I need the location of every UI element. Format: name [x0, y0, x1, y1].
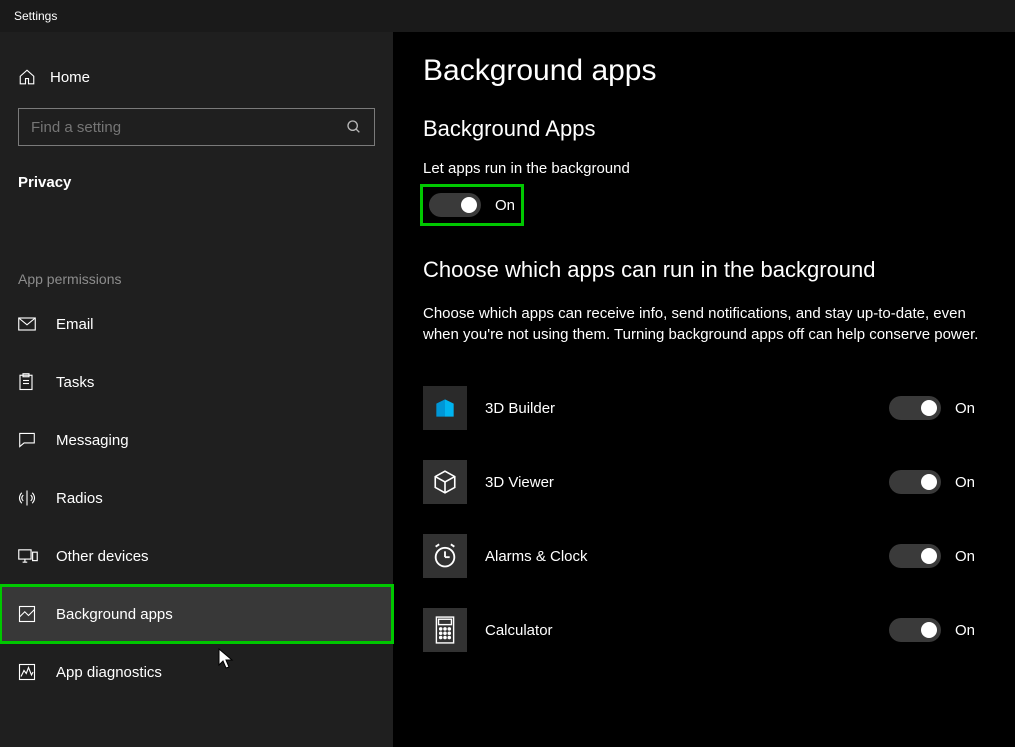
search-icon [346, 119, 362, 135]
app-row: 3D Builder On [423, 371, 985, 445]
app-toggle-state: On [955, 548, 985, 565]
sidebar-item-email[interactable]: Email [0, 295, 393, 353]
app-toggle-state: On [955, 622, 985, 639]
section-header-app-permissions: App permissions [0, 271, 393, 295]
window-titlebar: Settings [0, 0, 1015, 32]
home-label: Home [50, 69, 90, 86]
home-button[interactable]: Home [0, 60, 393, 94]
sidebar-item-messaging[interactable]: Messaging [0, 411, 393, 469]
main-content: Background apps Background Apps Let apps… [393, 32, 1015, 747]
app-toggle-3d-viewer[interactable] [889, 470, 941, 494]
search-field[interactable] [31, 119, 346, 136]
sidebar-item-label: Radios [56, 490, 103, 507]
sidebar: Home Privacy App permissions Email [0, 32, 393, 747]
app-row: Alarms & Clock On [423, 519, 985, 593]
window-title: Settings [14, 9, 57, 23]
section-heading-choose-apps: Choose which apps can run in the backgro… [423, 257, 985, 283]
app-toggle-state: On [955, 400, 985, 417]
sidebar-item-label: Messaging [56, 432, 129, 449]
app-name: Calculator [485, 622, 889, 639]
page-title: Background apps [423, 54, 985, 88]
diagnostics-icon [18, 663, 56, 681]
app-name: 3D Builder [485, 400, 889, 417]
app-toggle-calculator[interactable] [889, 618, 941, 642]
section-heading-background-apps: Background Apps [423, 116, 985, 142]
sidebar-item-background-apps[interactable]: Background apps [0, 585, 393, 643]
app-icon-3d-builder [423, 386, 467, 430]
master-toggle-state: On [495, 197, 515, 214]
master-toggle[interactable] [429, 193, 481, 217]
sidebar-item-radios[interactable]: Radios [0, 469, 393, 527]
devices-icon [18, 548, 56, 564]
section-description: Choose which apps can receive info, send… [423, 303, 983, 345]
app-row: Calculator On [423, 593, 985, 667]
app-toggle-state: On [955, 474, 985, 491]
sidebar-item-label: Other devices [56, 548, 149, 565]
sidebar-item-label: Tasks [56, 374, 94, 391]
radios-icon [18, 489, 56, 507]
background-apps-icon [18, 605, 56, 623]
email-icon [18, 317, 56, 331]
app-icon-alarms-clock [423, 534, 467, 578]
master-toggle-label: Let apps run in the background [423, 160, 985, 177]
messaging-icon [18, 432, 56, 448]
app-icon-calculator [423, 608, 467, 652]
app-icon-3d-viewer [423, 460, 467, 504]
app-row: 3D Viewer On [423, 445, 985, 519]
app-name: Alarms & Clock [485, 548, 889, 565]
sidebar-item-label: Email [56, 316, 94, 333]
sidebar-item-label: App diagnostics [56, 664, 162, 681]
category-label: Privacy [0, 164, 393, 219]
sidebar-item-app-diagnostics[interactable]: App diagnostics [0, 643, 393, 701]
app-toggle-alarms-clock[interactable] [889, 544, 941, 568]
sidebar-item-label: Background apps [56, 606, 173, 623]
search-input[interactable] [18, 108, 375, 146]
app-name: 3D Viewer [485, 474, 889, 491]
app-toggle-3d-builder[interactable] [889, 396, 941, 420]
sidebar-item-tasks[interactable]: Tasks [0, 353, 393, 411]
home-icon [18, 68, 50, 86]
tasks-icon [18, 373, 56, 391]
sidebar-item-other-devices[interactable]: Other devices [0, 527, 393, 585]
